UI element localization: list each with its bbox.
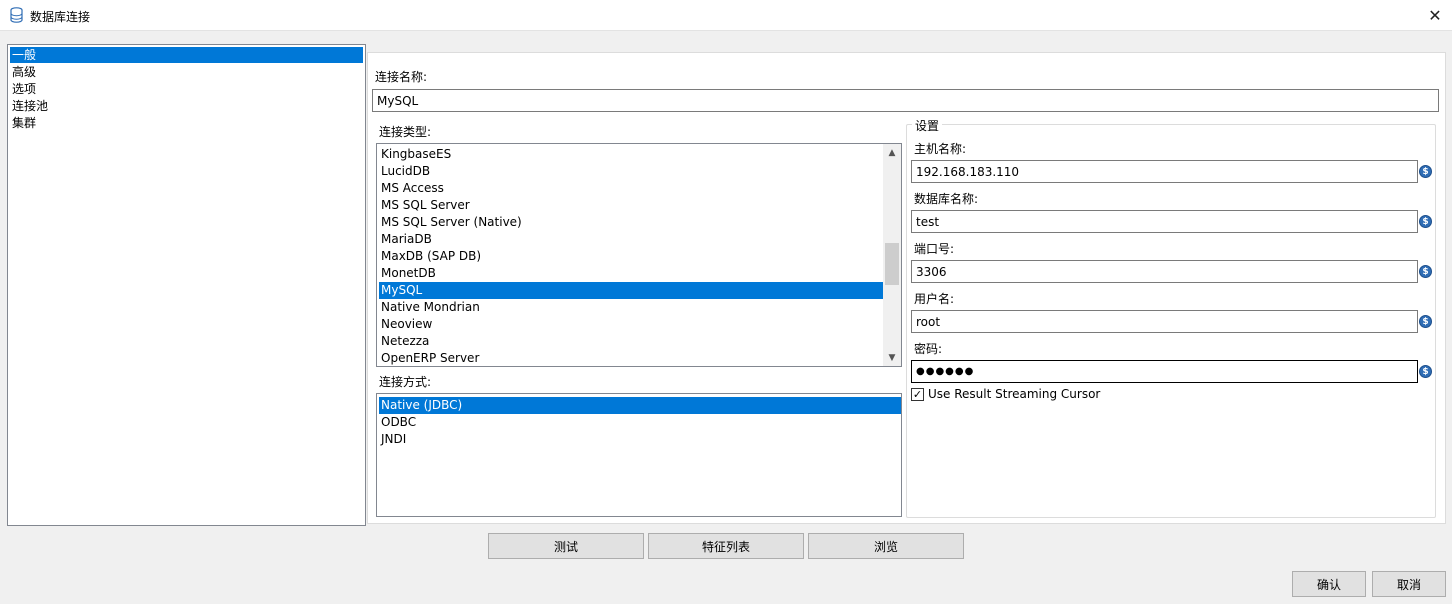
nav-item-options[interactable]: 选项: [10, 81, 363, 97]
list-item[interactable]: MS SQL Server: [379, 197, 884, 214]
connection-type-label: 连接类型:: [379, 125, 432, 139]
nav-item-advanced[interactable]: 高级: [10, 64, 363, 80]
variable-icon[interactable]: $: [1419, 215, 1432, 228]
username-input[interactable]: root: [911, 310, 1418, 333]
streaming-cursor-checkbox[interactable]: ✓: [911, 388, 924, 401]
close-icon: ✕: [1428, 5, 1442, 25]
explore-button-label: 浏览: [873, 539, 898, 554]
variable-icon[interactable]: $: [1419, 365, 1432, 378]
variable-icon[interactable]: $: [1419, 165, 1432, 178]
chevron-down-icon: ▼: [888, 352, 896, 363]
check-icon: ✓: [912, 388, 923, 401]
explore-button[interactable]: 浏览: [808, 533, 964, 559]
list-item[interactable]: Netezza: [379, 333, 884, 350]
list-item[interactable]: KingbaseES: [379, 146, 884, 163]
username-value: root: [916, 314, 941, 329]
host-input[interactable]: 192.168.183.110: [911, 160, 1418, 183]
scroll-down-button[interactable]: ▼: [883, 349, 901, 366]
port-label: 端口号:: [914, 242, 955, 256]
test-button-label: 测试: [553, 539, 578, 554]
scroll-up-button[interactable]: ▲: [883, 144, 901, 161]
nav-item-pooling[interactable]: 连接池: [10, 98, 363, 114]
list-item[interactable]: JNDI: [379, 431, 901, 448]
settings-legend: 设置: [912, 117, 943, 134]
connection-name-input[interactable]: MySQL: [372, 89, 1439, 112]
window-title: 数据库连接: [30, 10, 91, 24]
variable-icon[interactable]: $: [1419, 265, 1432, 278]
database-value: test: [916, 214, 940, 229]
nav-item-clustering[interactable]: 集群: [10, 115, 363, 131]
database-icon: [10, 7, 23, 23]
connection-name-value: MySQL: [377, 93, 419, 108]
close-button[interactable]: ✕: [1418, 0, 1452, 30]
list-item[interactable]: Native Mondrian: [379, 299, 884, 316]
streaming-cursor-label: Use Result Streaming Cursor: [928, 387, 1101, 401]
list-item[interactable]: MonetDB: [379, 265, 884, 282]
list-item[interactable]: Neoview: [379, 316, 884, 333]
username-label: 用户名:: [914, 292, 955, 306]
cancel-button-label: 取消: [1396, 577, 1421, 592]
ok-button[interactable]: 确认: [1292, 571, 1366, 597]
cancel-button[interactable]: 取消: [1372, 571, 1446, 597]
port-value: 3306: [916, 264, 947, 279]
test-button[interactable]: 测试: [488, 533, 644, 559]
access-method-list[interactable]: Native (JDBC) ODBC JNDI: [376, 393, 902, 517]
ok-button-label: 确认: [1316, 577, 1341, 592]
feature-list-button-label: 特征列表: [701, 539, 750, 554]
list-item[interactable]: OpenERP Server: [379, 350, 884, 366]
list-item[interactable]: MS SQL Server (Native): [379, 214, 884, 231]
port-input[interactable]: 3306: [911, 260, 1418, 283]
feature-list-button[interactable]: 特征列表: [648, 533, 804, 559]
host-value: 192.168.183.110: [916, 164, 1020, 179]
title-bar: 数据库连接 ✕: [0, 0, 1452, 30]
database-label: 数据库名称:: [914, 192, 979, 206]
scroll-thumb[interactable]: [885, 243, 899, 285]
list-item[interactable]: MariaDB: [379, 231, 884, 248]
nav-list: 一般 高级 选项 连接池 集群: [7, 44, 366, 526]
nav-item-general[interactable]: 一般: [10, 47, 363, 63]
list-item[interactable]: MS Access: [379, 180, 884, 197]
database-input[interactable]: test: [911, 210, 1418, 233]
password-label: 密码:: [914, 342, 943, 356]
password-input[interactable]: ●●●●●●: [911, 360, 1418, 383]
list-item[interactable]: ODBC: [379, 414, 901, 431]
connection-type-list[interactable]: KingbaseES LucidDB MS Access MS SQL Serv…: [376, 143, 902, 367]
host-label: 主机名称:: [914, 142, 967, 156]
variable-icon[interactable]: $: [1419, 315, 1432, 328]
password-value: ●●●●●●: [916, 366, 975, 377]
list-item-selected[interactable]: Native (JDBC): [379, 397, 901, 414]
list-item[interactable]: MaxDB (SAP DB): [379, 248, 884, 265]
connection-name-label: 连接名称:: [375, 70, 428, 84]
chevron-up-icon: ▲: [888, 147, 896, 158]
access-method-label: 连接方式:: [379, 375, 432, 389]
list-item[interactable]: LucidDB: [379, 163, 884, 180]
list-item-selected[interactable]: MySQL: [379, 282, 884, 299]
